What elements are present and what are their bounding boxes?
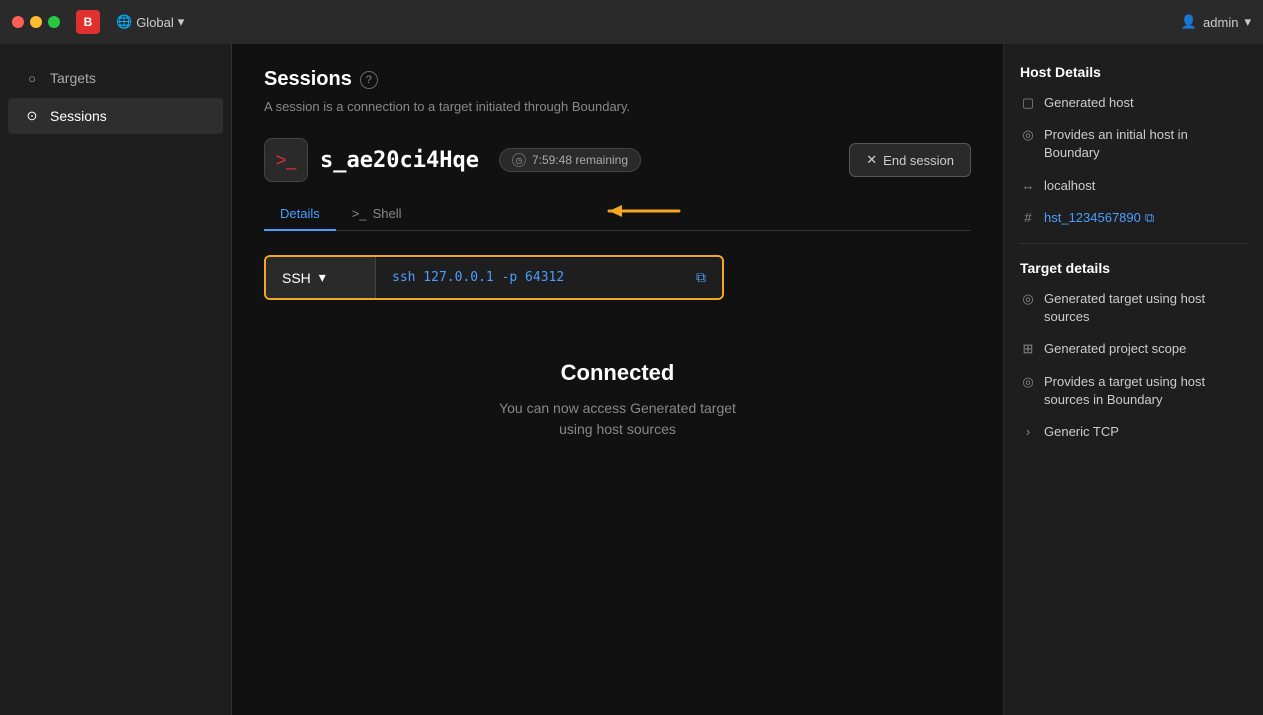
page-title: Sessions: [264, 68, 352, 91]
target-icon2: ◎: [1020, 374, 1036, 390]
host-id-item: # hst_1234567890 ⧉: [1020, 209, 1247, 227]
clock-icon: ◷: [512, 153, 526, 167]
host-generated-item: ▢ Generated host: [1020, 94, 1247, 112]
target-icon: ◎: [1020, 127, 1036, 143]
globe-icon: 🌐: [116, 14, 132, 30]
target-generated-item: ◎ Generated target using host sources: [1020, 290, 1247, 326]
copy-icon[interactable]: ⧉: [696, 270, 706, 286]
chevron-down-icon: ▾: [178, 14, 185, 30]
time-remaining-text: 7:59:48 remaining: [532, 153, 628, 167]
traffic-lights: [12, 16, 60, 28]
target-generic-tcp-text: Generic TCP: [1044, 423, 1119, 441]
global-label: Global: [136, 15, 174, 30]
session-id: s_ae20ci4Hqe: [320, 148, 479, 173]
target-host-sources-text: Provides a target using host sources in …: [1044, 373, 1247, 409]
arrow-annotation: [594, 196, 684, 229]
close-button[interactable]: [12, 16, 24, 28]
time-remaining-badge: ◷ 7:59:48 remaining: [499, 148, 641, 172]
panel-divider: [1020, 243, 1247, 244]
localhost-text: localhost: [1044, 177, 1095, 195]
shell-icon: >_: [352, 206, 367, 221]
target-scope-item: ⊞ Generated project scope: [1020, 340, 1247, 358]
main-content: Sessions ? A session is a connection to …: [232, 44, 1003, 715]
chevron-down-icon: ▾: [319, 269, 326, 286]
session-terminal-icon: >_: [264, 138, 308, 182]
target-generated-text: Generated target using host sources: [1044, 290, 1247, 326]
target-host-sources-item: ◎ Provides a target using host sources i…: [1020, 373, 1247, 409]
x-icon: ✕: [866, 152, 877, 168]
ssh-connection-box: SSH ▾ ssh 127.0.0.1 -p 64312 ⧉: [264, 255, 724, 300]
copy-id-icon[interactable]: ⧉: [1145, 209, 1154, 227]
tab-shell[interactable]: >_ Shell: [336, 198, 418, 231]
right-panel: Host Details ▢ Generated host ◎ Provides…: [1003, 44, 1263, 715]
end-session-button[interactable]: ✕ End session: [849, 143, 971, 177]
sidebar-item-sessions[interactable]: ⊙ Sessions: [8, 98, 223, 134]
arrow-right-icon: ›: [1020, 424, 1036, 439]
host-id-text: hst_1234567890 ⧉: [1044, 209, 1154, 227]
admin-label: admin: [1203, 15, 1238, 30]
page-header: Sessions ?: [264, 68, 971, 91]
sessions-icon: ⊙: [24, 108, 40, 124]
ssh-protocol-label: SSH: [282, 270, 311, 286]
connected-title: Connected: [264, 360, 971, 386]
initial-host-text: Provides an initial host in Boundary: [1044, 126, 1247, 162]
app-logo: B: [76, 10, 100, 34]
tab-details-label: Details: [280, 206, 320, 221]
maximize-button[interactable]: [48, 16, 60, 28]
connected-desc-line1: You can now access Generated target: [499, 400, 736, 416]
tab-shell-label: Shell: [373, 206, 402, 221]
tab-details[interactable]: Details: [264, 198, 336, 231]
target-circle-icon: ◎: [1020, 291, 1036, 307]
ssh-command-display: ssh 127.0.0.1 -p 64312 ⧉: [376, 258, 722, 298]
global-selector[interactable]: 🌐 Global ▾: [116, 14, 184, 30]
connected-state: Connected You can now access Generated t…: [264, 360, 971, 440]
sidebar-item-targets[interactable]: ○ Targets: [8, 60, 223, 96]
protocol-selector[interactable]: SSH ▾: [266, 257, 376, 298]
minimize-button[interactable]: [30, 16, 42, 28]
ssh-command-text: ssh 127.0.0.1 -p 64312: [392, 270, 564, 285]
sidebar-item-label: Sessions: [50, 108, 107, 124]
target-scope-text: Generated project scope: [1044, 340, 1186, 358]
main-layout: ○ Targets ⊙ Sessions Sessions ? A sessio…: [0, 44, 1263, 715]
host-initial-item: ◎ Provides an initial host in Boundary: [1020, 126, 1247, 162]
sidebar: ○ Targets ⊙ Sessions: [0, 44, 232, 715]
chevron-down-icon: ▾: [1244, 14, 1251, 30]
connected-description: You can now access Generated target usin…: [264, 398, 971, 440]
host-localhost-item: ↔ localhost: [1020, 177, 1247, 195]
generated-host-text: Generated host: [1044, 94, 1134, 112]
monitor-icon: ▢: [1020, 95, 1036, 111]
target-details-title: Target details: [1020, 260, 1247, 276]
hash-icon: #: [1020, 210, 1036, 225]
targets-icon: ○: [24, 70, 40, 86]
host-id-value: hst_1234567890: [1044, 209, 1141, 227]
host-details-title: Host Details: [1020, 64, 1247, 80]
arrows-icon: ↔: [1020, 178, 1036, 193]
end-session-label: End session: [883, 153, 954, 168]
sidebar-item-label: Targets: [50, 70, 96, 86]
target-generic-tcp-item: › Generic TCP: [1020, 423, 1247, 441]
titlebar: B 🌐 Global ▾ 👤 admin ▾: [0, 0, 1263, 44]
connected-desc-line2: using host sources: [559, 421, 676, 437]
help-icon[interactable]: ?: [360, 71, 378, 89]
session-card: >_ s_ae20ci4Hqe ◷ 7:59:48 remaining ✕ En…: [264, 138, 971, 182]
user-icon: 👤: [1181, 14, 1197, 30]
page-subtitle: A session is a connection to a target in…: [264, 99, 971, 114]
admin-menu[interactable]: 👤 admin ▾: [1181, 14, 1251, 30]
grid-icon: ⊞: [1020, 341, 1036, 357]
